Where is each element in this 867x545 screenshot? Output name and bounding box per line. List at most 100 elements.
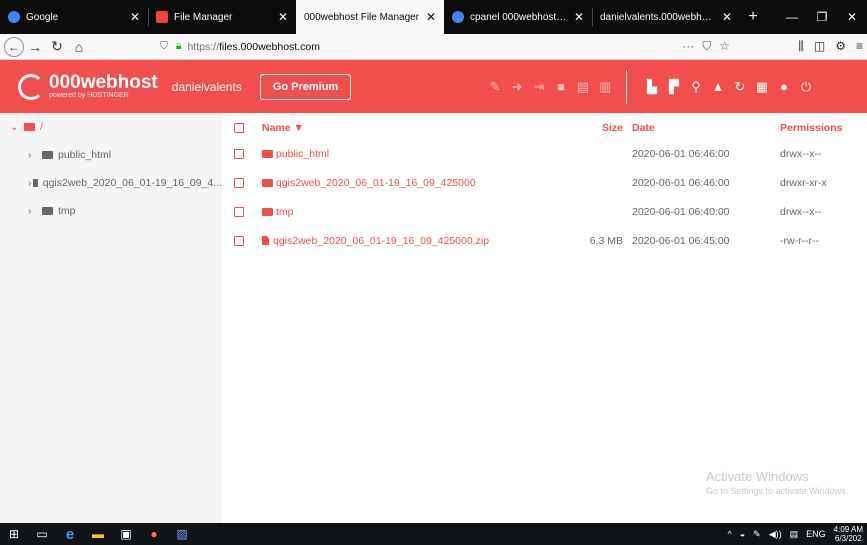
- url-bar[interactable]: ⛉ 🔒︎ https:// files.000webhost.com ··· ⛉…: [160, 37, 730, 57]
- chevron-down-icon[interactable]: ⌄: [10, 121, 24, 133]
- network-icon[interactable]: ◒: [740, 529, 745, 539]
- sidebar-toggle-icon[interactable]: ◫: [814, 39, 825, 54]
- table-row[interactable]: qgis2web_2020_06_01-19_16_09_425000.zip …: [222, 226, 867, 255]
- page-actions-icon[interactable]: ···: [682, 39, 694, 54]
- edit-icon[interactable]: ✎: [484, 79, 506, 95]
- maximize-icon[interactable]: ❐: [807, 10, 837, 24]
- folder-tree-sidebar: ⌄ / › public_html › qgis2web_2020_06_01-…: [0, 113, 222, 523]
- permissions-header[interactable]: Permissions: [780, 122, 842, 134]
- folder-icon: [42, 151, 53, 159]
- row-checkbox[interactable]: [234, 206, 244, 217]
- brand-logo[interactable]: 000webhost powered by HOSTINGER: [18, 73, 158, 100]
- windows-taskbar: ⊞ ▭ e ▬ ▣ ● ▨ ^ ◒ ✎ ◀)) ▤ ENG 4:09 AM 6/…: [0, 523, 867, 545]
- lock-icon: 🔒︎: [175, 40, 182, 52]
- close-tab-icon[interactable]: ✕: [278, 10, 288, 24]
- folder-icon: [42, 207, 53, 215]
- clock[interactable]: 4:09 AM 6/3/202: [834, 525, 863, 543]
- search-icon[interactable]: ⚲: [685, 79, 707, 95]
- size-header[interactable]: Size: [577, 122, 623, 134]
- close-tab-icon[interactable]: ✕: [722, 10, 732, 24]
- language-indicator[interactable]: ENG: [806, 529, 826, 539]
- forward-icon[interactable]: →: [24, 37, 46, 57]
- file-name-link[interactable]: public_html: [262, 148, 329, 160]
- close-window-icon[interactable]: ✕: [837, 10, 867, 24]
- row-checkbox[interactable]: [234, 177, 244, 188]
- close-tab-icon[interactable]: ✕: [426, 10, 436, 24]
- go-premium-button[interactable]: Go Premium: [259, 73, 352, 100]
- file-name-link[interactable]: tmp: [262, 206, 294, 218]
- minimize-icon[interactable]: —: [777, 10, 807, 24]
- upload-file-icon[interactable]: ▙: [641, 79, 663, 95]
- app-header: 000webhost powered by HOSTINGER danielva…: [0, 60, 867, 113]
- move-icon[interactable]: ➜: [506, 79, 528, 95]
- chevron-right-icon[interactable]: ›: [28, 205, 42, 217]
- chevron-right-icon[interactable]: ›: [28, 149, 42, 161]
- pen-icon[interactable]: ✎: [753, 529, 761, 540]
- help-icon[interactable]: ●: [773, 79, 795, 94]
- grid-icon[interactable]: ▦: [751, 79, 773, 95]
- browser-tab-file-manager[interactable]: File Manager ✕: [148, 0, 296, 34]
- extension-icon[interactable]: ⚙: [835, 39, 846, 54]
- file-name-link[interactable]: qgis2web_2020_06_01-19_16_09_425000.zip: [262, 235, 489, 247]
- store-icon[interactable]: ▣: [112, 523, 140, 545]
- folder-icon: [262, 207, 273, 216]
- library-icon[interactable]: ⫼: [798, 39, 804, 54]
- show-hidden-icons-icon[interactable]: ^: [727, 529, 731, 539]
- volume-icon[interactable]: ◀)): [769, 529, 782, 540]
- app-icon[interactable]: ▨: [168, 523, 196, 545]
- file-manager-favicon-icon: [156, 11, 168, 23]
- window-controls: — ❐ ✕: [777, 0, 867, 34]
- browser-tab-danielvalents[interactable]: danielvalents.000webhostapp.c ✕: [592, 0, 740, 34]
- logout-icon[interactable]: ⏻: [795, 79, 817, 95]
- lock-icon[interactable]: ■: [550, 79, 572, 94]
- windows-start-icon[interactable]: ⊞: [0, 523, 28, 545]
- sidebar-item-qgis2web[interactable]: › qgis2web_2020_06_01-19_16_09_4...: [0, 169, 222, 197]
- task-view-icon[interactable]: ▭: [28, 523, 56, 545]
- rename-icon[interactable]: ⇥: [528, 79, 550, 95]
- refresh-icon[interactable]: ↻: [729, 79, 751, 95]
- reload-icon[interactable]: ↻: [46, 37, 68, 57]
- keyboard-icon[interactable]: ▤: [790, 529, 799, 540]
- firefox-icon[interactable]: ●: [140, 523, 168, 545]
- extract-icon[interactable]: ▤: [572, 79, 594, 95]
- file-list: Name ▼ Size Date Permissions public_html…: [222, 113, 867, 523]
- home-icon[interactable]: ⌂: [68, 37, 90, 57]
- row-checkbox[interactable]: [234, 235, 244, 246]
- browser-tab-google[interactable]: Google ✕: [0, 0, 148, 34]
- edge-browser-icon[interactable]: e: [56, 523, 84, 545]
- pocket-icon[interactable]: ⛉: [702, 39, 711, 54]
- browser-tab-cpanel[interactable]: cpanel 000webhostapp - Penel ✕: [444, 0, 592, 34]
- close-tab-icon[interactable]: ✕: [574, 10, 584, 24]
- menu-icon[interactable]: ≡: [856, 39, 863, 54]
- sort-by-name-header[interactable]: Name ▼: [262, 122, 304, 134]
- table-header: Name ▼ Size Date Permissions: [222, 113, 867, 142]
- file-explorer-icon[interactable]: ▬: [84, 523, 112, 545]
- bookmark-star-icon[interactable]: ☆: [719, 39, 730, 54]
- date-header[interactable]: Date: [632, 122, 655, 134]
- folder-icon: [262, 178, 273, 187]
- close-tab-icon[interactable]: ✕: [130, 10, 140, 24]
- browser-tab-000webhost-file-manager[interactable]: 000webhost File Manager ✕: [296, 0, 444, 34]
- google-favicon-icon: [452, 11, 464, 23]
- new-tab-icon[interactable]: +: [740, 0, 766, 34]
- table-row[interactable]: qgis2web_2020_06_01-19_16_09_425000 2020…: [222, 168, 867, 197]
- file-toolbar: ✎ ➜ ⇥ ■ ▤ ▥ ▙ ▛ ⚲ ▲ ↻ ▦ ● ⏻: [484, 60, 817, 113]
- select-all-checkbox[interactable]: [234, 122, 244, 133]
- username: danielvalents: [171, 79, 242, 94]
- file-name-link[interactable]: qgis2web_2020_06_01-19_16_09_425000: [262, 177, 476, 189]
- folder-icon: [262, 149, 273, 158]
- table-row[interactable]: public_html 2020-06-01 06:46:00 drwx--x-…: [222, 139, 867, 168]
- sidebar-item-tmp[interactable]: › tmp: [0, 197, 222, 225]
- delete-icon[interactable]: ▥: [594, 79, 616, 95]
- toolbar-divider: [626, 69, 627, 104]
- browser-nav-bar: ← → ↻ ⌂ ⛉ 🔒︎ https:// files.000webhost.c…: [0, 34, 867, 60]
- sidebar-item-root[interactable]: ⌄ /: [0, 113, 222, 141]
- new-folder-icon[interactable]: ▛: [663, 79, 685, 95]
- sidebar-item-public-html[interactable]: › public_html: [0, 141, 222, 169]
- upload-icon[interactable]: ▲: [707, 79, 729, 94]
- browser-tab-strip: Google ✕ File Manager ✕ 000webhost File …: [0, 0, 867, 34]
- row-checkbox[interactable]: [234, 148, 244, 159]
- google-favicon-icon: [8, 11, 20, 23]
- table-row[interactable]: tmp 2020-06-01 06:40:00 drwx--x--: [222, 197, 867, 226]
- back-icon[interactable]: ←: [4, 36, 24, 57]
